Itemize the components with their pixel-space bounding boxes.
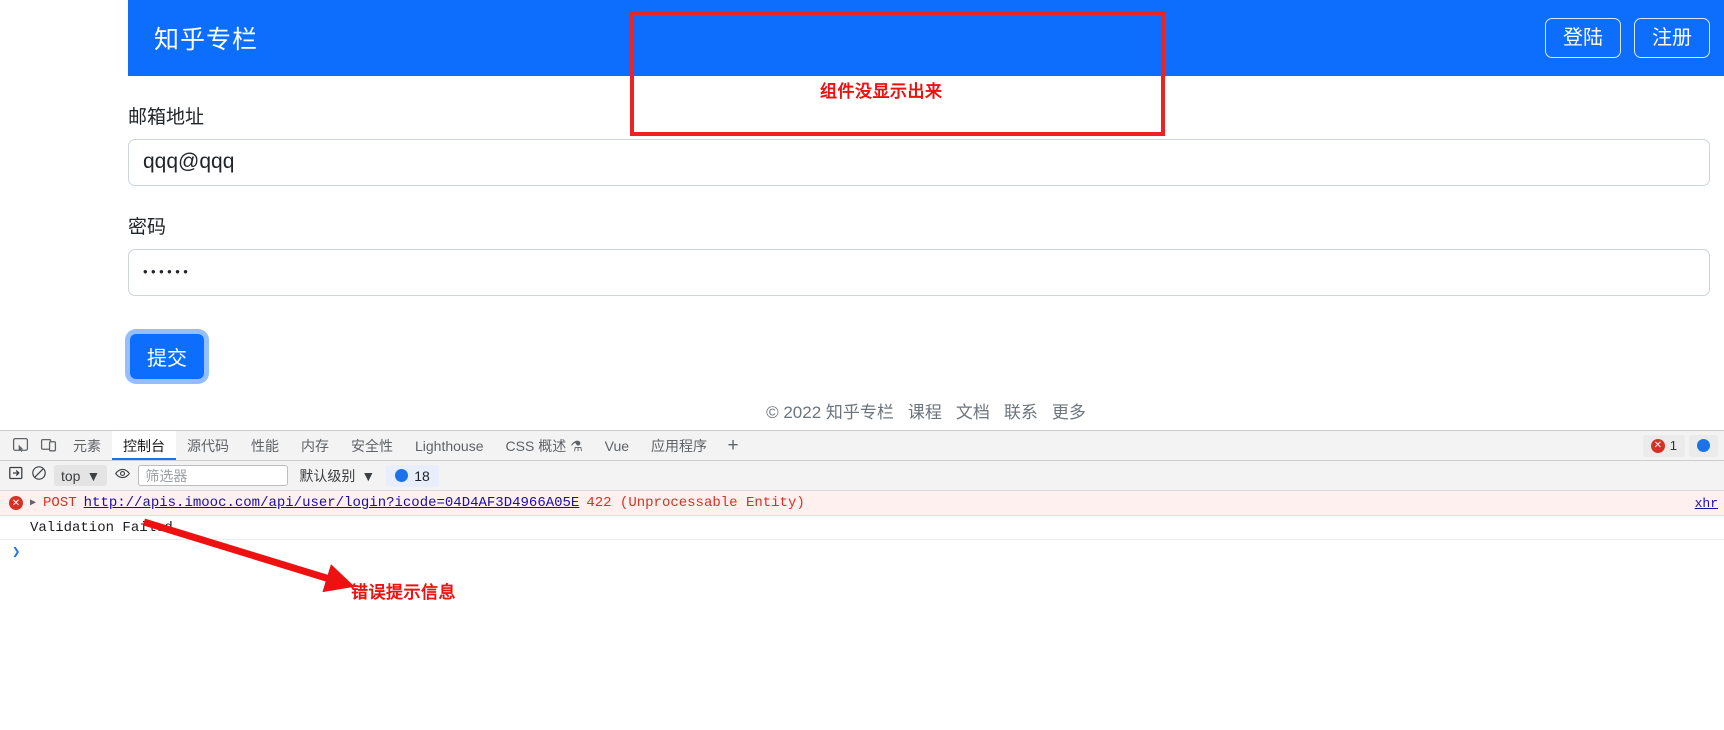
inspect-element-icon[interactable] xyxy=(6,431,34,460)
error-circle-icon: ✕ xyxy=(9,496,23,510)
screenshot-root: 知乎专栏 登陆 注册 邮箱地址 qqq@qqq 密码 •••••• 提交 © 2… xyxy=(0,0,1724,730)
clear-console-icon[interactable] xyxy=(8,465,24,486)
devtools-tab-memory[interactable]: 内存 xyxy=(290,431,340,460)
submit-row: 提交 xyxy=(128,333,1724,379)
devtools-tabbar: 元素 控制台 源代码 性能 内存 安全性 Lighthouse CSS 概述 ⚗… xyxy=(0,431,1724,461)
footer-link-more[interactable]: 更多 xyxy=(1052,403,1086,422)
devtools-tab-performance[interactable]: 性能 xyxy=(240,431,290,460)
log-level-value: 默认级别 xyxy=(299,467,356,484)
devtools-tab-elements[interactable]: 元素 xyxy=(62,431,112,460)
devtools-panel: 元素 控制台 源代码 性能 内存 安全性 Lighthouse CSS 概述 ⚗… xyxy=(0,430,1724,730)
console-error-method: POST xyxy=(43,495,77,511)
execution-context-select[interactable]: top ▼ xyxy=(54,465,108,486)
login-button[interactable]: 登陆 xyxy=(1545,18,1621,58)
error-count-value: 1 xyxy=(1669,438,1677,453)
device-toolbar-icon[interactable] xyxy=(34,431,62,460)
footer-link-courses[interactable]: 课程 xyxy=(908,403,942,422)
devtools-tab-security[interactable]: 安全性 xyxy=(340,431,404,460)
devtools-tab-console[interactable]: 控制台 xyxy=(112,431,176,460)
add-tab-icon[interactable]: + xyxy=(718,431,748,460)
footer-link-contact[interactable]: 联系 xyxy=(1004,403,1038,422)
chevron-down-icon: ▼ xyxy=(86,467,101,484)
brand-title[interactable]: 知乎专栏 xyxy=(154,20,258,56)
chevron-down-icon: ▼ xyxy=(361,467,376,484)
expand-caret-icon[interactable]: ▶ xyxy=(30,497,36,509)
page-footer: © 2022 知乎专栏 课程 文档 联系 更多 xyxy=(128,398,1724,423)
annotation-label-missing-component: 组件没显示出来 xyxy=(820,82,943,101)
devtools-tab-css-overview[interactable]: CSS 概述 ⚗ xyxy=(495,431,594,460)
navbar-actions: 登陆 注册 xyxy=(1545,18,1710,58)
info-count-badge[interactable] xyxy=(1689,434,1718,457)
console-input-prompt[interactable]: ❯ xyxy=(0,540,1724,564)
console-error-url[interactable]: http://apis.imooc.com/api/user/login?ico… xyxy=(84,495,580,511)
log-level-select[interactable]: 默认级别 ▼ xyxy=(295,466,379,486)
eye-live-expression-icon[interactable] xyxy=(114,465,131,487)
console-error-status: 422 (Unprocessable Entity) xyxy=(586,495,805,511)
footer-link-docs[interactable]: 文档 xyxy=(956,403,990,422)
navbar: 知乎专栏 登陆 注册 xyxy=(128,0,1724,76)
console-error-source[interactable]: xhr xyxy=(1695,496,1718,511)
annotation-label-error-message: 错误提示信息 xyxy=(351,583,456,602)
email-input[interactable]: qqq@qqq xyxy=(128,138,1710,186)
info-circle-icon xyxy=(1697,439,1710,452)
password-input[interactable]: •••••• xyxy=(128,248,1710,296)
password-label: 密码 xyxy=(128,216,167,238)
console-filter-input[interactable]: 筛选器 xyxy=(138,465,289,486)
console-error-row[interactable]: ✕ ▶ POST http://apis.imooc.com/api/user/… xyxy=(0,491,1724,516)
issues-count: 18 xyxy=(414,467,430,484)
submit-button[interactable]: 提交 xyxy=(130,333,204,379)
tabbar-spacer xyxy=(748,431,1643,460)
register-button[interactable]: 注册 xyxy=(1634,18,1710,58)
console-output: ✕ ▶ POST http://apis.imooc.com/api/user/… xyxy=(0,491,1724,564)
console-toolbar: top ▼ 筛选器 默认级别 ▼ 18 xyxy=(0,461,1724,491)
devtools-status-badges: ✕ 1 xyxy=(1642,431,1724,460)
execution-context-value: top xyxy=(61,467,81,484)
devtools-tab-application[interactable]: 应用程序 xyxy=(640,431,718,460)
error-circle-icon: ✕ xyxy=(1650,438,1665,453)
devtools-tab-lighthouse[interactable]: Lighthouse xyxy=(404,431,495,460)
footer-copyright: © 2022 知乎专栏 xyxy=(766,403,894,422)
email-label: 邮箱地址 xyxy=(128,107,205,128)
console-message-row: Validation Failed xyxy=(0,516,1724,540)
issues-badge[interactable]: 18 xyxy=(386,464,439,487)
devtools-tab-sources[interactable]: 源代码 xyxy=(176,431,240,460)
password-masked-value: •••••• xyxy=(143,263,192,279)
web-page: 知乎专栏 登陆 注册 邮箱地址 qqq@qqq 密码 •••••• 提交 © 2… xyxy=(0,0,1724,430)
no-entry-icon[interactable] xyxy=(31,465,47,486)
devtools-tab-vue[interactable]: Vue xyxy=(594,431,640,460)
login-form: 邮箱地址 qqq@qqq 密码 •••••• 提交 xyxy=(128,76,1724,379)
error-count-badge[interactable]: ✕ 1 xyxy=(1642,434,1685,457)
issues-icon xyxy=(395,469,409,482)
